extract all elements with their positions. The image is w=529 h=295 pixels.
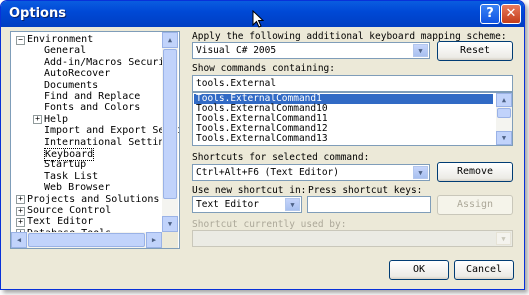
expand-icon[interactable]: +: [33, 115, 42, 125]
tree-item-label: Web Browser: [44, 182, 111, 194]
tree-item[interactable]: Projects and Solutions: [27, 194, 159, 205]
tree-vertical-scrollbar[interactable]: ▲ ▼: [162, 32, 178, 232]
use-new-shortcut-label: Use new shortcut in:: [192, 185, 307, 196]
tree-item-label: Projects and Solutions: [27, 193, 160, 205]
list-scroll-down-icon[interactable]: ▼: [496, 131, 512, 145]
expand-icon[interactable]: +: [16, 206, 25, 216]
tree-item-label: Help: [44, 113, 69, 125]
tree-item-label: Find and Replace: [44, 91, 141, 102]
shortcuts-label: Shortcuts for selected command:: [192, 152, 370, 163]
tree-item-label: Keyboard: [45, 149, 94, 160]
ok-button[interactable]: OK: [389, 260, 449, 280]
tree-item[interactable]: Find and Replace: [44, 91, 140, 102]
press-shortcut-keys-input[interactable]: [307, 196, 431, 213]
command-filter-value: tools.External: [196, 78, 277, 89]
tree-item[interactable]: Documents: [44, 80, 98, 91]
shortcuts-value: Ctrl+Alt+F6 (Text Editor): [196, 167, 339, 178]
press-shortcut-keys-label: Press shortcut keys:: [308, 185, 423, 196]
collapse-icon[interactable]: −: [16, 35, 25, 45]
tree-item[interactable]: Text Editor: [27, 216, 93, 227]
scroll-down-icon[interactable]: ▼: [162, 216, 178, 232]
scroll-thumb[interactable]: [163, 49, 177, 199]
mapping-scheme-dropdown[interactable]: Visual C# 2005 ▼: [192, 42, 430, 59]
tree-item-label: Source Control: [27, 205, 112, 216]
tree-item[interactable]: Add-in/Macros Security: [44, 57, 176, 68]
currently-used-label: Shortcut currently used by:: [192, 219, 347, 230]
tree-item-label: Startup: [44, 159, 87, 171]
command-list[interactable]: Tools.ExternalCommand1 Tools.ExternalComm…: [192, 92, 513, 146]
tree-item[interactable]: Source Control: [27, 205, 111, 216]
expand-icon[interactable]: +: [16, 195, 25, 205]
tree-item-label: Import and Export Settin: [44, 125, 180, 137]
tree-item-label: Text Editor: [27, 216, 94, 228]
cancel-button[interactable]: Cancel: [454, 260, 514, 280]
tree-item-label: Fonts and Colors: [44, 102, 141, 114]
scroll-up-icon[interactable]: ▲: [162, 32, 178, 48]
command-list-item[interactable]: Tools.ExternalCommand13: [194, 134, 328, 144]
command-list-scrollbar[interactable]: ▲ ▼: [496, 93, 512, 145]
tree-item[interactable]: Import and Export Settin: [44, 125, 180, 137]
scroll-right-icon[interactable]: ▶: [146, 232, 162, 248]
hscroll-thumb[interactable]: [28, 233, 145, 247]
close-button[interactable]: ✕: [501, 4, 521, 24]
shortcut-scope-dropdown[interactable]: Text Editor ▼: [192, 196, 302, 213]
tree-item-label: AutoRecover: [44, 68, 111, 80]
shortcuts-dropdown[interactable]: Ctrl+Alt+F6 (Text Editor) ▼: [192, 164, 430, 181]
remove-button[interactable]: Remove: [437, 162, 513, 182]
tree-item[interactable]: Fonts and Colors: [44, 102, 140, 113]
mapping-scheme-value: Visual C# 2005: [196, 45, 277, 56]
tree-item[interactable]: Help: [44, 114, 68, 125]
options-dialog: Options ? ✕ Environment − General Add-in/Ma…: [0, 0, 525, 290]
list-scroll-up-icon[interactable]: ▲: [496, 93, 512, 107]
chevron-down-icon[interactable]: ▼: [413, 44, 428, 57]
shortcut-scope-value: Text Editor: [196, 199, 259, 210]
scroll-left-icon[interactable]: ◀: [11, 232, 27, 248]
assign-button[interactable]: Assign: [437, 195, 513, 215]
tree-item[interactable]: AutoRecover: [44, 68, 110, 79]
currently-used-dropdown[interactable]: ▼: [192, 230, 513, 247]
tree-item[interactable]: Environment: [27, 34, 93, 45]
show-commands-label: Show commands containing:: [192, 63, 335, 74]
help-button[interactable]: ?: [480, 4, 500, 24]
shortcuts-chevron-down-icon[interactable]: ▼: [413, 166, 428, 179]
scope-chevron-down-icon[interactable]: ▼: [285, 198, 300, 211]
tree-horizontal-scrollbar[interactable]: ◀ ▶: [11, 232, 162, 248]
mouse-pointer-icon: [252, 10, 264, 28]
reset-button[interactable]: Reset: [437, 41, 513, 61]
tree-item-label: Add-in/Macros Security: [44, 56, 177, 68]
tree-item-label: Environment: [27, 34, 94, 45]
command-filter-input[interactable]: tools.External: [192, 75, 513, 92]
window-title: Options: [9, 6, 66, 21]
expand-icon[interactable]: +: [16, 217, 25, 227]
tree-item-label: Documents: [44, 79, 99, 91]
tree-item[interactable]: Task List: [44, 171, 98, 182]
scroll-corner: [162, 232, 178, 248]
category-tree[interactable]: Environment − General Add-in/Macros Securit…: [10, 31, 180, 249]
currently-used-chevron-down-icon[interactable]: ▼: [496, 232, 511, 245]
tree-item[interactable]: General: [44, 45, 86, 56]
tree-item-label: Task List: [44, 170, 99, 182]
list-scroll-thumb[interactable]: [497, 108, 511, 118]
tree-item-label: International Settings: [44, 136, 177, 148]
tree-item[interactable]: Web Browser: [44, 182, 110, 193]
tree-item-label: General: [44, 45, 87, 57]
tree-item[interactable]: International Settings: [44, 137, 176, 148]
tree-item[interactable]: Startup: [44, 159, 86, 170]
